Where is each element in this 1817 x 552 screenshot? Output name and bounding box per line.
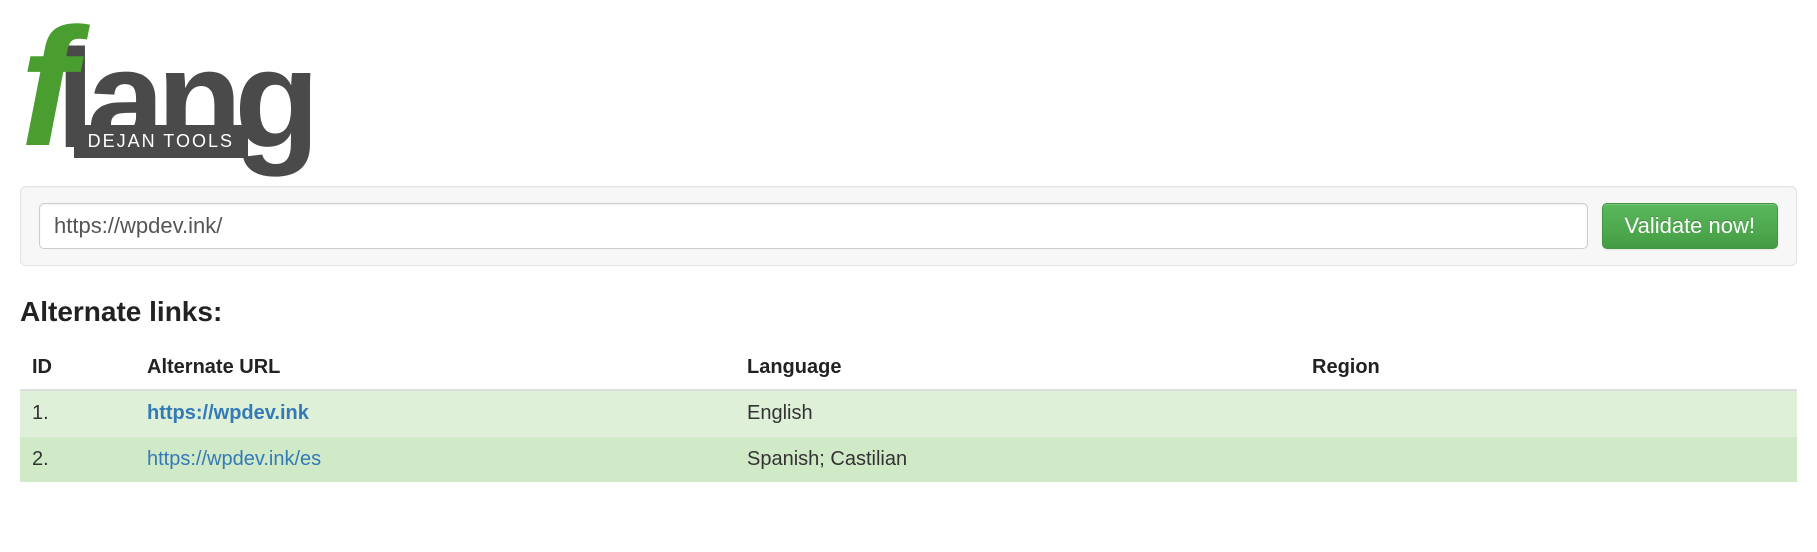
logo-badge: DEJAN TOOLS — [74, 125, 248, 158]
cell-url: https://wpdev.ink — [135, 390, 735, 437]
cell-id: 1. — [20, 390, 135, 437]
validate-form: Validate now! — [20, 186, 1797, 266]
column-language: Language — [735, 346, 1300, 390]
cell-region — [1300, 437, 1797, 483]
cell-id: 2. — [20, 437, 135, 483]
alternate-url-link[interactable]: https://wpdev.ink/es — [147, 448, 321, 470]
column-id: ID — [20, 346, 135, 390]
alternate-url-link[interactable]: https://wpdev.ink — [147, 402, 309, 424]
table-row: 2. https://wpdev.ink/es Spanish; Castilian — [20, 437, 1797, 483]
logo-letter-f: f — [20, 3, 68, 171]
url-input[interactable] — [39, 203, 1588, 249]
cell-language: Spanish; Castilian — [735, 437, 1300, 483]
column-region: Region — [1300, 346, 1797, 390]
table-row: 1. https://wpdev.ink English — [20, 390, 1797, 437]
results-heading: Alternate links: — [20, 296, 1797, 328]
cell-region — [1300, 390, 1797, 437]
logo: f lang DEJAN TOOLS — [20, 0, 330, 168]
column-url: Alternate URL — [135, 346, 735, 390]
results-table: ID Alternate URL Language Region 1. https… — [20, 346, 1797, 482]
cell-url: https://wpdev.ink/es — [135, 437, 735, 483]
validate-button[interactable]: Validate now! — [1602, 203, 1778, 249]
cell-language: English — [735, 390, 1300, 437]
results-body: 1. https://wpdev.ink English 2. https://wpde… — [20, 390, 1797, 482]
